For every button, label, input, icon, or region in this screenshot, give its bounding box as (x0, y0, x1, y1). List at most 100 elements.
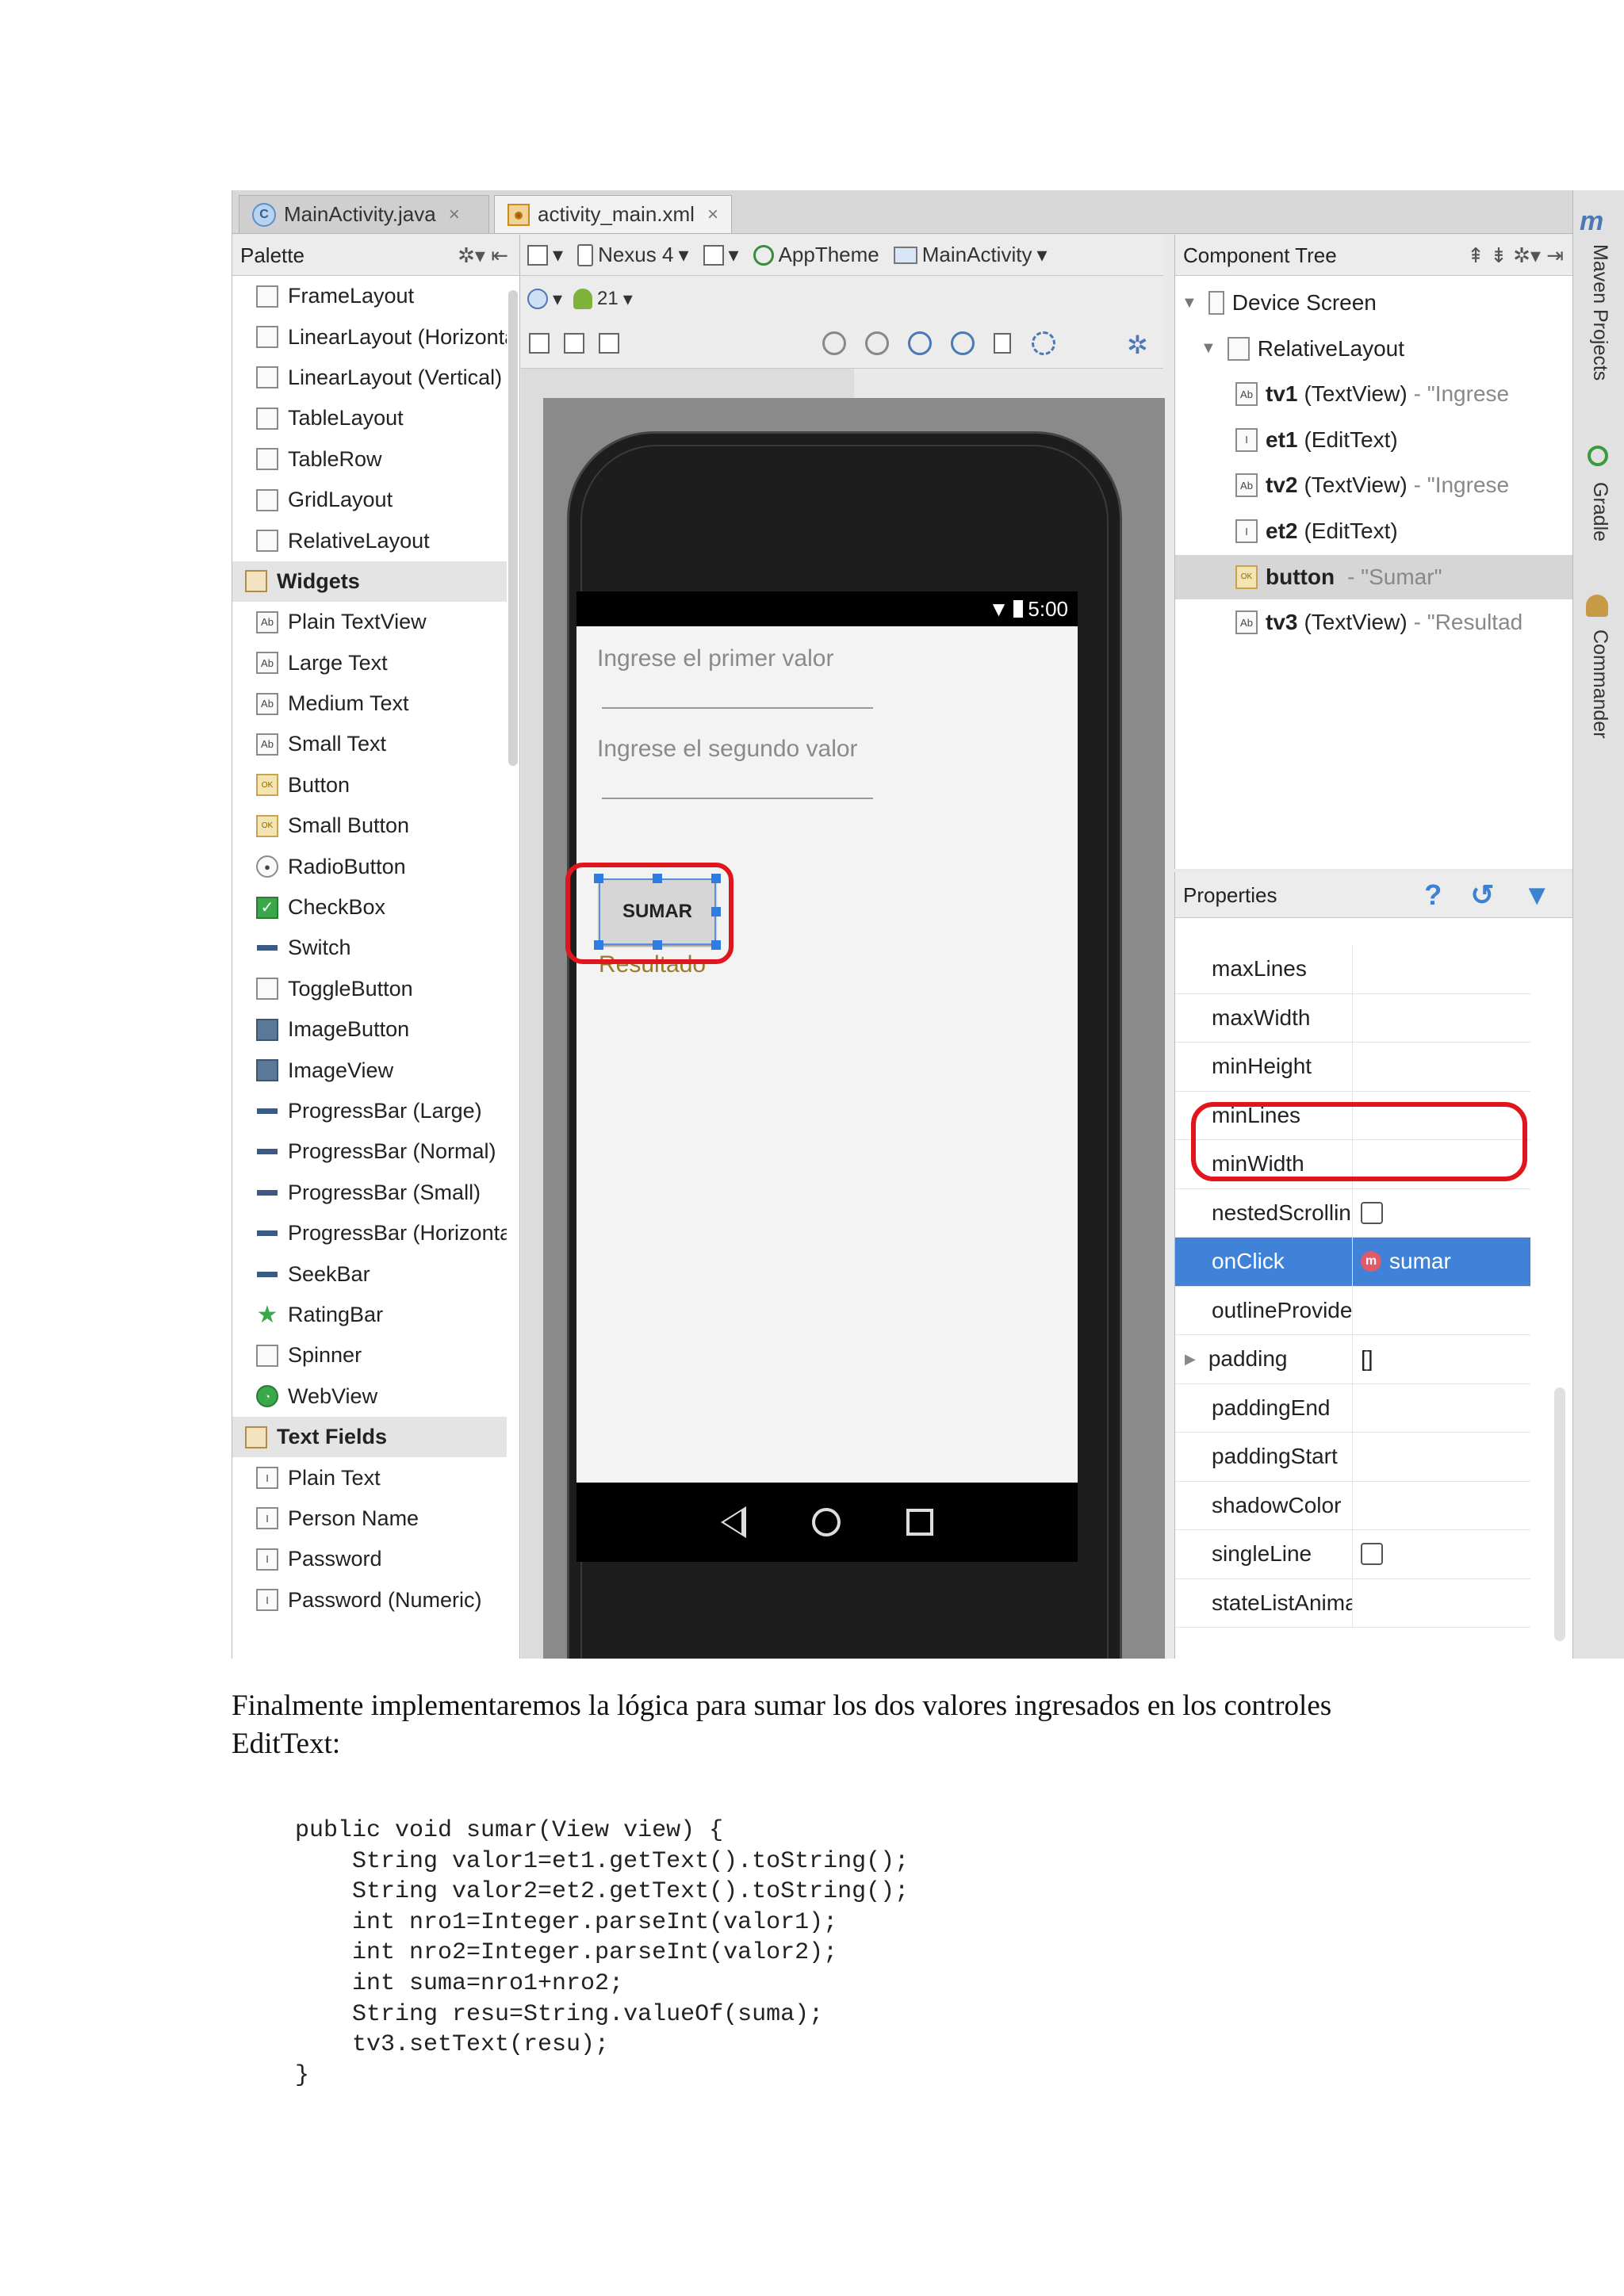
palette-item[interactable]: OK Button (232, 765, 507, 806)
property-row[interactable]: outlineProvider (1175, 1286, 1530, 1335)
property-row[interactable]: ▶ padding [] (1175, 1335, 1530, 1384)
tab-mainactivity-java[interactable]: C MainActivity.java × (239, 195, 489, 233)
tree-row[interactable]: Ab tv1 (TextView) - "Ingrese (1175, 372, 1573, 416)
help-icon[interactable]: ? (1424, 872, 1442, 918)
refresh-icon[interactable] (1032, 331, 1055, 355)
expand-arrow-icon[interactable]: ▶ (1185, 1351, 1196, 1368)
palette-group[interactable]: Text Fields (232, 1416, 507, 1458)
zoom-out-icon[interactable] (951, 331, 975, 355)
palette-item[interactable]: ToggleButton (232, 969, 507, 1009)
et1-field[interactable] (602, 707, 873, 709)
palette-item[interactable]: Ab Medium Text (232, 683, 507, 724)
tree-row[interactable]: ▼ RelativeLayout (1175, 327, 1573, 371)
palette-item[interactable]: ImageButton (232, 1009, 507, 1050)
api-level-menu[interactable]: 21 ▾ (573, 288, 633, 311)
home-icon[interactable] (811, 1508, 841, 1536)
theme-selector[interactable]: AppTheme (753, 243, 879, 267)
tree-row[interactable]: Ab tv3 (TextView) - "Resultad (1175, 600, 1573, 645)
et2-field[interactable] (602, 798, 873, 799)
design-mode-menu[interactable]: ▾ (527, 243, 563, 267)
device-selector[interactable]: Nexus 4 ▾ (577, 243, 689, 267)
property-row[interactable]: paddingEnd (1175, 1383, 1530, 1433)
tree-row[interactable]: OK button - "Sumar" (1175, 554, 1573, 599)
layout-icon (256, 366, 278, 389)
property-row[interactable]: paddingStart (1175, 1433, 1530, 1482)
tree-row[interactable]: Iet2 (EditText) (1175, 509, 1573, 553)
tree-row[interactable]: Ab tv2 (TextView) - "Ingrese (1175, 463, 1573, 507)
property-value-cell[interactable] (1353, 1543, 1383, 1566)
palette-item[interactable]: RelativeLayout (232, 520, 507, 561)
palette-item[interactable]: Ab Large Text (232, 643, 507, 683)
filter-icon[interactable]: ▼ (1522, 872, 1551, 918)
palette-item[interactable]: ● RadioButton (232, 846, 507, 886)
expand-arrow-icon[interactable]: ▼ (1201, 339, 1216, 358)
palette-item[interactable]: ProgressBar (Large) (232, 1091, 507, 1131)
side-tab-maven[interactable]: Maven Projects (1588, 244, 1611, 381)
expand-arrow-icon[interactable]: ▼ (1182, 294, 1197, 312)
palette-item[interactable]: ProgressBar (Small) (232, 1173, 507, 1213)
palette-item[interactable]: TableLayout (232, 398, 507, 438)
palette-group[interactable]: Widgets (232, 561, 507, 603)
property-row[interactable]: onClick m sumar (1175, 1238, 1530, 1287)
palette-item[interactable]: Spinner (232, 1335, 507, 1376)
side-tab-gradle[interactable]: Gradle (1588, 482, 1611, 541)
palette-item[interactable]: Ab Small Text (232, 724, 507, 764)
zoom-actual-icon[interactable] (865, 331, 889, 355)
palette-settings-icon[interactable]: ✲▾ ⇤ (458, 235, 508, 276)
palette-item[interactable]: ProgressBar (Normal) (232, 1131, 507, 1172)
palette-item[interactable]: ProgressBar (Horizontal) (232, 1213, 507, 1253)
property-value-cell[interactable]: m sumar (1353, 1249, 1451, 1274)
orientation-menu[interactable]: ▾ (703, 243, 739, 267)
palette-item[interactable]: LinearLayout (Horizontal) (232, 316, 507, 357)
close-tab-icon[interactable]: × (707, 204, 718, 226)
property-row[interactable]: singleLine (1175, 1530, 1530, 1579)
palette-item[interactable]: ★ RatingBar (232, 1295, 507, 1335)
palette-item[interactable]: GridLayout (232, 480, 507, 520)
activity-selector[interactable]: MainActivity ▾ (893, 243, 1048, 267)
locale-menu[interactable]: ▾ (527, 288, 562, 311)
maven-icon: m (1580, 206, 1604, 236)
property-row[interactable]: shadowColor (1175, 1481, 1530, 1530)
property-row[interactable]: nestedScrolling (1175, 1188, 1530, 1238)
back-icon[interactable] (720, 1506, 746, 1538)
palette-item[interactable]: FrameLayout (232, 276, 507, 316)
zoom-fit-icon[interactable] (822, 331, 846, 355)
expand-icon[interactable] (599, 333, 619, 354)
screenshot-icon[interactable] (994, 333, 1011, 354)
tree-row[interactable]: Iet1 (EditText) (1175, 418, 1573, 462)
close-tab-icon[interactable]: × (449, 204, 460, 226)
palette-scrollbar[interactable] (508, 290, 518, 766)
checkbox[interactable] (1361, 1543, 1383, 1566)
palette-item[interactable]: Switch (232, 928, 507, 968)
property-value-cell[interactable]: [] (1353, 1346, 1373, 1372)
property-row[interactable]: maxWidth (1175, 993, 1530, 1043)
tree-row[interactable]: ▼ Device Screen (1175, 281, 1573, 325)
palette-item[interactable]: LinearLayout (Vertical) (232, 358, 507, 398)
zoom-in-icon[interactable] (908, 331, 932, 355)
property-value-cell[interactable] (1353, 1201, 1383, 1224)
palette-item[interactable]: ◔ WebView (232, 1376, 507, 1417)
property-row[interactable]: stateListAnimator (1175, 1578, 1530, 1628)
palette-item[interactable]: SeekBar (232, 1253, 507, 1294)
side-tab-commander[interactable]: Commander (1588, 629, 1611, 739)
restore-icon[interactable]: ↺ (1470, 872, 1494, 918)
palette-item[interactable]: ✓ CheckBox (232, 887, 507, 928)
tab-activity-main-xml[interactable]: ◉ activity_main.xml × (494, 195, 732, 233)
palette-item[interactable]: I Plain Text (232, 1457, 507, 1498)
properties-scrollbar[interactable] (1554, 1387, 1565, 1641)
palette-item[interactable]: I Person Name (232, 1498, 507, 1539)
palette-item[interactable]: I Password (232, 1539, 507, 1579)
tree-expand-collapse-icon[interactable]: ⇞ ⇟ ✲▾ ⇥ (1467, 235, 1564, 276)
palette-item[interactable]: ImageView (232, 1050, 507, 1090)
property-row[interactable]: maxLines (1175, 945, 1530, 994)
recents-icon[interactable] (906, 1509, 934, 1536)
fit-height-icon[interactable] (564, 333, 584, 354)
gear-icon[interactable]: ✲ (1127, 330, 1148, 360)
palette-item[interactable]: TableRow (232, 439, 507, 480)
checkbox[interactable] (1361, 1201, 1383, 1224)
property-row[interactable]: minHeight (1175, 1043, 1530, 1092)
palette-item[interactable]: I Password (Numeric) (232, 1580, 507, 1621)
palette-item[interactable]: OK Small Button (232, 806, 507, 846)
fit-width-icon[interactable] (529, 333, 550, 354)
palette-item[interactable]: Ab Plain TextView (232, 602, 507, 642)
